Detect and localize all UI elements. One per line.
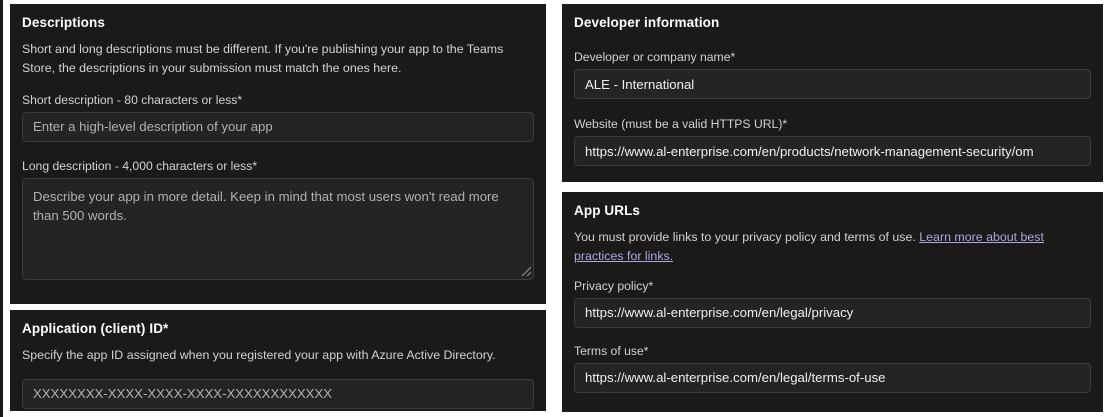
website-input[interactable]: [574, 136, 1091, 166]
app-urls-intro: You must provide links to your privacy p…: [574, 228, 1091, 266]
application-id-intro: Specify the app ID assigned when you reg…: [22, 346, 534, 365]
short-description-label: Short description - 80 characters or les…: [22, 93, 534, 107]
developer-information-title: Developer information: [574, 14, 1091, 31]
application-id-title: Application (client) ID*: [22, 320, 534, 337]
screen-edge-strip: [0, 0, 3, 417]
terms-of-use-input[interactable]: [574, 363, 1091, 393]
privacy-policy-input[interactable]: [574, 298, 1091, 328]
terms-of-use-label: Terms of use*: [574, 344, 1091, 358]
short-description-input[interactable]: [22, 112, 534, 142]
app-urls-intro-text: You must provide links to your privacy p…: [574, 230, 919, 244]
developer-name-label: Developer or company name*: [574, 50, 1091, 64]
developer-information-panel: Developer information Developer or compa…: [562, 4, 1103, 182]
long-description-label: Long description - 4,000 characters or l…: [22, 159, 534, 173]
long-description-textarea[interactable]: [22, 178, 534, 280]
app-urls-panel: App URLs You must provide links to your …: [562, 192, 1103, 412]
long-description-wrapper: [22, 178, 534, 280]
app-urls-title: App URLs: [574, 202, 1091, 219]
application-id-input[interactable]: [22, 379, 534, 409]
descriptions-title: Descriptions: [22, 14, 534, 31]
application-id-panel: Application (client) ID* Specify the app…: [10, 310, 546, 411]
descriptions-intro: Short and long descriptions must be diff…: [22, 40, 534, 78]
website-label: Website (must be a valid HTTPS URL)*: [574, 117, 1091, 131]
privacy-policy-label: Privacy policy*: [574, 279, 1091, 293]
developer-name-input[interactable]: [574, 69, 1091, 99]
descriptions-panel: Descriptions Short and long descriptions…: [10, 4, 546, 304]
